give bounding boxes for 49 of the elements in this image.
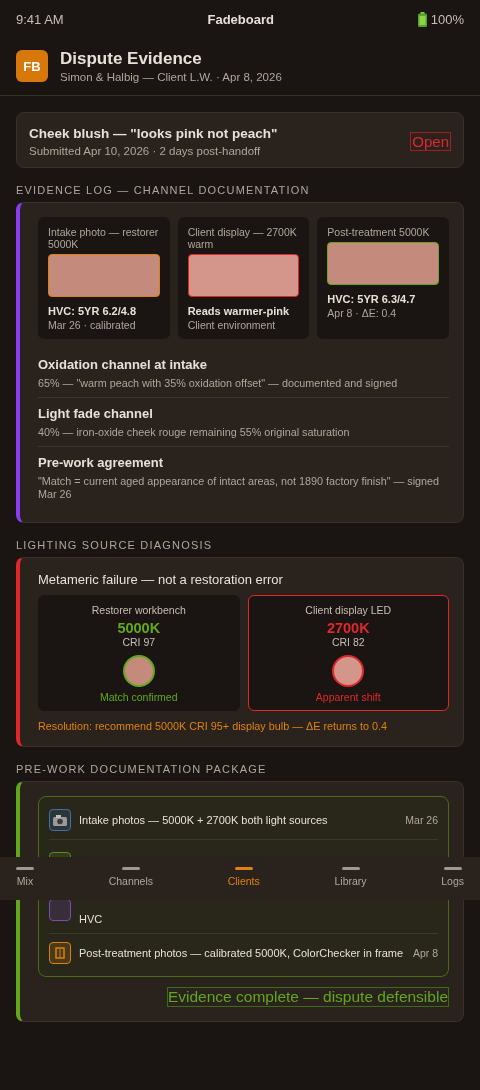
completion-status: Evidence complete — dispute defensible bbox=[166, 987, 449, 1007]
tab[interactable]: Logs bbox=[441, 857, 464, 900]
app-logo: FB bbox=[16, 50, 48, 82]
swatch-label: Post-treatment 5000K bbox=[327, 226, 431, 238]
section-heading: PRE-WORK DOCUMENTATION PACKAGE bbox=[16, 763, 268, 775]
tab[interactable]: Channels bbox=[108, 857, 154, 900]
document-name: Intake photos — 5000K + 2700K both light sources bbox=[79, 813, 329, 827]
swatch-note: Mar 26 · calibrated bbox=[48, 319, 137, 331]
section-heading: EVIDENCE LOG — CHANNEL DOCUMENTATION bbox=[16, 184, 311, 196]
entry-title: Oxidation channel at intake bbox=[38, 357, 209, 372]
swatch-value: HVC: 5YR 6.2/4.8 bbox=[48, 305, 138, 317]
entry-text: 65% — "warm peach with 35% oxidation offset" — documented and signed bbox=[38, 377, 399, 390]
section-heading: LIGHTING SOURCE DIAGNOSIS bbox=[16, 539, 214, 551]
document-name: Post-treatment photos — calibrated 5000K, ColorChecker in frame bbox=[79, 946, 405, 960]
page-title: Dispute Evidence bbox=[60, 49, 203, 69]
document-name: HVC bbox=[79, 913, 104, 926]
page-subtitle: Simon & Halbig — Client L.W. · Apr 8, 2026 bbox=[60, 71, 282, 83]
document-date: Mar 26 bbox=[405, 814, 438, 826]
source-name: Restorer workbench bbox=[90, 604, 187, 616]
resolution-text: Resolution: recommend 5000K CRI 95+ display bulb — ΔE returns to 0.4 bbox=[38, 720, 388, 732]
status-time: 9:41 AM bbox=[16, 11, 64, 27]
entry-title: Pre-work agreement bbox=[38, 455, 164, 470]
swatch-note: Client environment bbox=[187, 319, 277, 331]
tab[interactable]: Clients bbox=[227, 857, 260, 900]
battery-level: 100% bbox=[430, 11, 464, 27]
document-date: Apr 8 bbox=[412, 947, 438, 959]
entry-text: "Match = current aged appearance of intact areas, not 1890 factory finish" — signed Mar 26 bbox=[38, 475, 441, 501]
color-temperature: 2700K bbox=[325, 620, 371, 636]
dispute-meta: Submitted Apr 10, 2026 · 2 days post-handoff bbox=[29, 145, 262, 157]
color-temperature: 5000K bbox=[116, 620, 162, 636]
source-status: Apparent shift bbox=[314, 691, 382, 703]
dispute-title: Cheek blush — "looks pink not peach" bbox=[29, 126, 278, 141]
tab[interactable]: Library bbox=[334, 857, 367, 900]
source-status: Match confirmed bbox=[98, 691, 179, 703]
app-name: Fadeboard bbox=[207, 11, 274, 27]
swatch-note: Apr 8 · ΔE: 0.4 bbox=[327, 307, 398, 319]
battery-icon bbox=[417, 11, 427, 27]
tab[interactable]: Mix bbox=[16, 857, 34, 900]
cri-value: CRI 97 bbox=[121, 636, 157, 648]
status-label: Open bbox=[410, 132, 451, 151]
swatch-value: HVC: 5YR 6.3/4.7 bbox=[327, 293, 417, 305]
swatch-label: Client display — 2700K warm bbox=[187, 226, 298, 250]
cri-value: CRI 82 bbox=[330, 636, 366, 648]
swatch-label: Intake photo — restorer 5000K bbox=[48, 226, 160, 250]
diagnosis-title: Metameric failure — not a restoration error bbox=[38, 572, 284, 587]
swatch-value: Reads warmer-pink bbox=[187, 305, 291, 317]
entry-text: 40% — iron-oxide cheek rouge remaining 55% original saturation bbox=[38, 426, 351, 439]
source-name: Client display LED bbox=[304, 604, 393, 616]
entry-title: Light fade channel bbox=[38, 406, 154, 421]
